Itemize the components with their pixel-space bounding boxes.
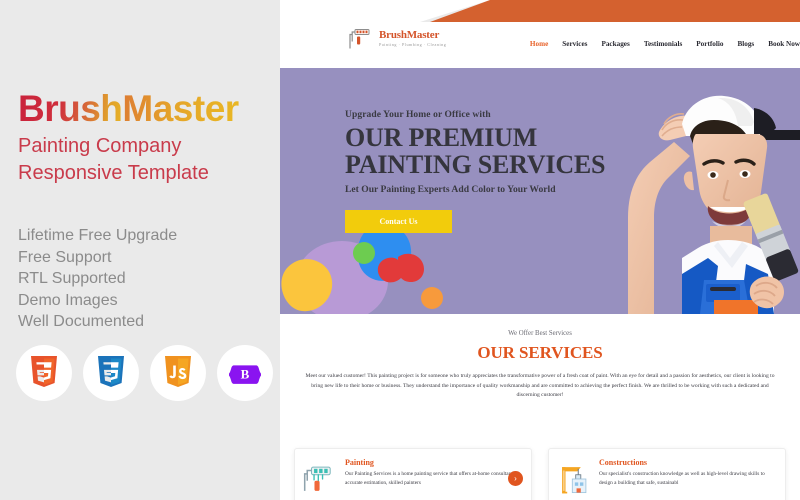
hero-heading-line1: OUR PREMIUM xyxy=(345,123,538,152)
site-logo[interactable]: BrushMaster Painting · Plumbing · Cleani… xyxy=(348,28,446,50)
service-card-text: Our specialist's construction knowledge … xyxy=(599,471,765,486)
hero-section: Upgrade Your Home or Office with OUR PRE… xyxy=(280,68,800,314)
screenshot-stage: BrushMaster Painting Company Responsive … xyxy=(0,0,800,500)
crane-icon xyxy=(562,467,587,494)
logo-tagline: Painting · Plumbing · Cleaning xyxy=(379,42,447,48)
service-card-text: Our Painting Services is a home painting… xyxy=(345,471,518,486)
product-title: BrushMaster xyxy=(18,88,239,130)
feature-item: RTL Supported xyxy=(18,270,126,287)
service-card-title: Painting xyxy=(345,458,374,467)
hero-heading-line2: PAINTING SERVICES xyxy=(345,149,606,179)
tech-badge-css3 xyxy=(83,345,139,401)
feature-item: Well Documented xyxy=(18,313,144,330)
javascript-icon xyxy=(165,356,191,387)
nav-item-portfolio[interactable]: Portfolio xyxy=(696,40,723,48)
logo-name: BrushMaster xyxy=(379,29,440,42)
nav-item-packages[interactable]: Packages xyxy=(601,40,629,48)
feature-item: Lifetime Free Upgrade xyxy=(18,227,178,244)
contact-us-button[interactable]: Contact Us xyxy=(345,210,452,233)
service-card-list: Painting Our Painting Services is a home… xyxy=(280,448,800,500)
tech-badge-html5 xyxy=(16,345,72,401)
tech-badge-javascript xyxy=(150,345,206,401)
product-subtitle-line2: Responsive Template xyxy=(18,162,209,184)
paint-roller-logo-icon xyxy=(349,29,370,49)
services-section: We Offer Best Services OUR SERVICES Meet… xyxy=(280,314,800,500)
top-ribbon xyxy=(280,0,800,22)
service-card-title: Constructions xyxy=(599,458,648,467)
service-card-constructions[interactable]: Constructions Our specialist's construct… xyxy=(548,448,786,500)
feature-list: Lifetime Free Upgrade Free Support RTL S… xyxy=(18,225,177,333)
promo-panel: BrushMaster Painting Company Responsive … xyxy=(0,0,280,500)
services-paragraph: Meet our valued customer! This painting … xyxy=(305,373,775,399)
paint-roller-icon xyxy=(303,466,331,491)
tech-badge-bootstrap: B xyxy=(217,345,273,401)
feature-item: Demo Images xyxy=(18,291,118,309)
bootstrap-icon: B xyxy=(229,365,261,384)
svg-text:B: B xyxy=(241,367,250,382)
product-subtitle: Painting Company Responsive Template xyxy=(18,133,209,187)
feature-item: Free Support xyxy=(18,248,112,266)
hero-copy: Upgrade Your Home or Office with OUR PRE… xyxy=(345,110,645,233)
product-title-master: Master xyxy=(122,88,239,129)
services-kicker: We Offer Best Services xyxy=(508,330,572,337)
html5-icon xyxy=(31,356,57,387)
nav-item-home[interactable]: Home xyxy=(530,40,548,48)
service-card-painting[interactable]: Painting Our Painting Services is a home… xyxy=(294,448,532,500)
website-preview: BrushMaster Painting · Plumbing · Cleani… xyxy=(280,0,800,500)
tech-badge-row: B xyxy=(16,345,273,401)
hero-subheading: Let Our Painting Experts Add Color to Yo… xyxy=(345,184,556,195)
nav-item-blogs[interactable]: Blogs xyxy=(737,40,754,48)
site-navbar: BrushMaster Painting · Plumbing · Cleani… xyxy=(280,22,800,68)
services-title: OUR SERVICES xyxy=(477,343,603,362)
nav-item-testimonials[interactable]: Testimonials xyxy=(644,40,682,48)
product-subtitle-line1: Painting Company xyxy=(18,135,182,157)
nav-item-book-now[interactable]: Book Now xyxy=(768,40,800,48)
hero-kicker: Upgrade Your Home or Office with xyxy=(345,110,491,120)
nav-menu: Home Services Packages Testimonials Port… xyxy=(530,40,800,48)
nav-item-services[interactable]: Services xyxy=(562,40,587,48)
product-title-brush: Brush xyxy=(18,88,123,129)
css3-icon xyxy=(98,356,124,387)
hero-heading: OUR PREMIUM PAINTING SERVICES xyxy=(345,123,645,179)
service-card-arrow-button[interactable]: › xyxy=(508,471,523,486)
